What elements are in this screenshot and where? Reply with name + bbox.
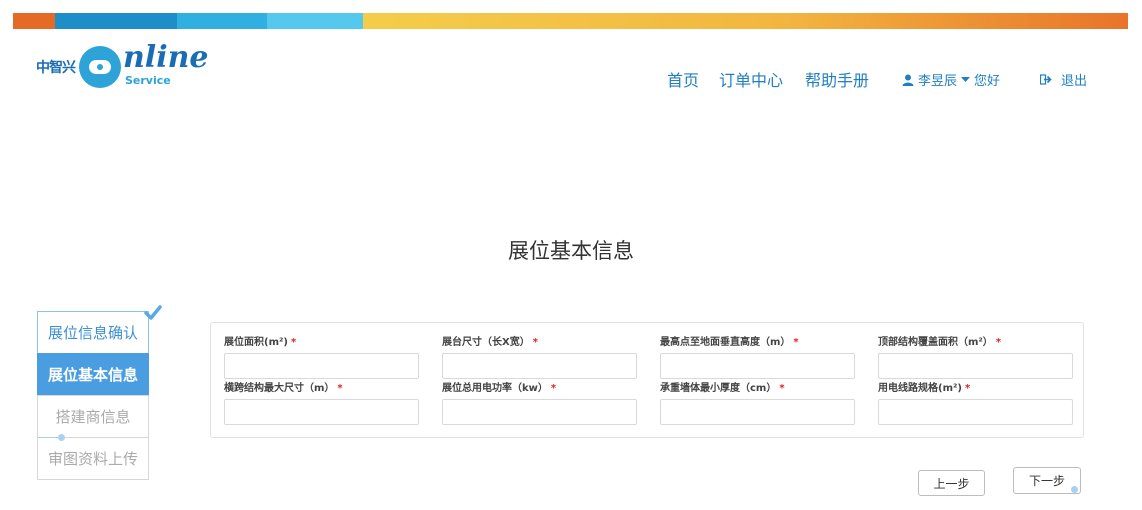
max-height-input[interactable] xyxy=(660,353,855,379)
field-cable-spec: 用电线路规格(m²) * xyxy=(878,382,1073,425)
caret-down-icon xyxy=(961,76,971,82)
page-title: 展位基本信息 xyxy=(508,239,634,263)
booth-area-input[interactable] xyxy=(224,353,419,379)
nav-home-link[interactable]: 首页 xyxy=(667,67,699,91)
stripe-segment xyxy=(13,13,55,29)
step-label: 展位信息确认 xyxy=(47,324,138,342)
top-color-stripe xyxy=(13,13,1128,29)
step-label: 展位基本信息 xyxy=(47,366,138,384)
user-icon xyxy=(902,74,914,86)
required-mark: * xyxy=(995,337,1002,348)
cable-spec-input[interactable] xyxy=(878,399,1073,425)
logo-wordmark: nline Service xyxy=(123,40,209,90)
next-step-dot xyxy=(1071,486,1078,493)
checkmark-icon xyxy=(144,305,162,320)
field-wall-thickness: 承重墙体最小厚度（cm） * xyxy=(660,382,855,425)
user-greeting: 您好 xyxy=(974,74,1001,89)
logo-o-icon xyxy=(79,46,121,88)
field-label: 展位总用电功率（kw） * xyxy=(442,383,557,394)
stripe-segment xyxy=(363,13,1128,29)
max-span-input[interactable] xyxy=(224,399,419,425)
required-mark: * xyxy=(290,337,297,348)
stand-size-input[interactable] xyxy=(442,353,637,379)
stripe-segment xyxy=(267,13,363,29)
logo-online-text: nline xyxy=(123,40,209,75)
step-label: 搭建商信息 xyxy=(55,408,131,426)
brand-logo[interactable]: 中智兴 nline Service xyxy=(36,40,209,90)
required-mark: * xyxy=(532,337,538,348)
field-label: 展位面积(m²) * xyxy=(224,337,297,348)
logout-icon xyxy=(1040,74,1052,85)
prev-step-button[interactable]: 上一步 xyxy=(918,470,985,496)
field-label: 展台尺寸（长X宽） * xyxy=(442,337,538,348)
logout-label: 退出 xyxy=(1061,74,1088,89)
field-label: 横跨结构最大尺寸（m） * xyxy=(224,383,343,394)
field-roof-coverage: 顶部结构覆盖面积（m²） * xyxy=(878,336,1073,379)
field-max-height: 最高点至地面垂直高度（m） * xyxy=(660,336,855,379)
step-drawing-upload[interactable]: 审图资料上传 xyxy=(37,434,149,480)
nav-help-link[interactable]: 帮助手册 xyxy=(805,67,869,91)
logo-service-text: Service xyxy=(125,74,171,87)
user-name: 李昱辰 xyxy=(918,74,958,89)
field-max-span: 横跨结构最大尺寸（m） * xyxy=(224,382,419,425)
required-mark: * xyxy=(793,337,799,348)
step-booth-confirm[interactable]: 展位信息确认 xyxy=(37,305,162,354)
step-connector-line xyxy=(38,437,62,438)
required-mark: * xyxy=(550,383,557,394)
total-power-input[interactable] xyxy=(442,399,637,425)
logout-button[interactable]: 退出 xyxy=(1040,70,1087,89)
required-mark: * xyxy=(779,383,785,394)
step-label: 审图资料上传 xyxy=(47,450,138,468)
wall-thickness-input[interactable] xyxy=(660,399,855,425)
logo-company-name: 中智兴 xyxy=(36,60,76,76)
field-label: 最高点至地面垂直高度（m） * xyxy=(660,337,799,348)
stripe-segment xyxy=(55,13,177,29)
field-total-power: 展位总用电功率（kw） * xyxy=(442,382,637,425)
roof-coverage-input[interactable] xyxy=(878,353,1073,379)
booth-info-form: 展位面积(m²) * 展台尺寸（长X宽） * 最高点至地面垂直高度（m） * 顶部结构… xyxy=(210,322,1084,438)
field-booth-area: 展位面积(m²) * xyxy=(224,336,419,379)
required-mark: * xyxy=(337,383,343,394)
field-label: 用电线路规格(m²) * xyxy=(878,383,971,394)
required-mark: * xyxy=(964,383,971,394)
step-builder-info[interactable]: 搭建商信息 xyxy=(37,395,149,438)
step-booth-basic-info[interactable]: 展位基本信息 xyxy=(37,353,149,396)
stripe-segment xyxy=(177,13,267,29)
step-sidebar: 展位信息确认 展位基本信息 搭建商信息 审图资料上传 xyxy=(37,305,162,480)
field-label: 承重墙体最小厚度（cm） * xyxy=(660,383,785,394)
field-label: 顶部结构覆盖面积（m²） * xyxy=(878,337,1002,348)
nav-orders-link[interactable]: 订单中心 xyxy=(719,67,783,91)
user-menu[interactable]: 李昱辰 您好 xyxy=(902,70,1000,89)
field-stand-size: 展台尺寸（长X宽） * xyxy=(442,336,637,379)
